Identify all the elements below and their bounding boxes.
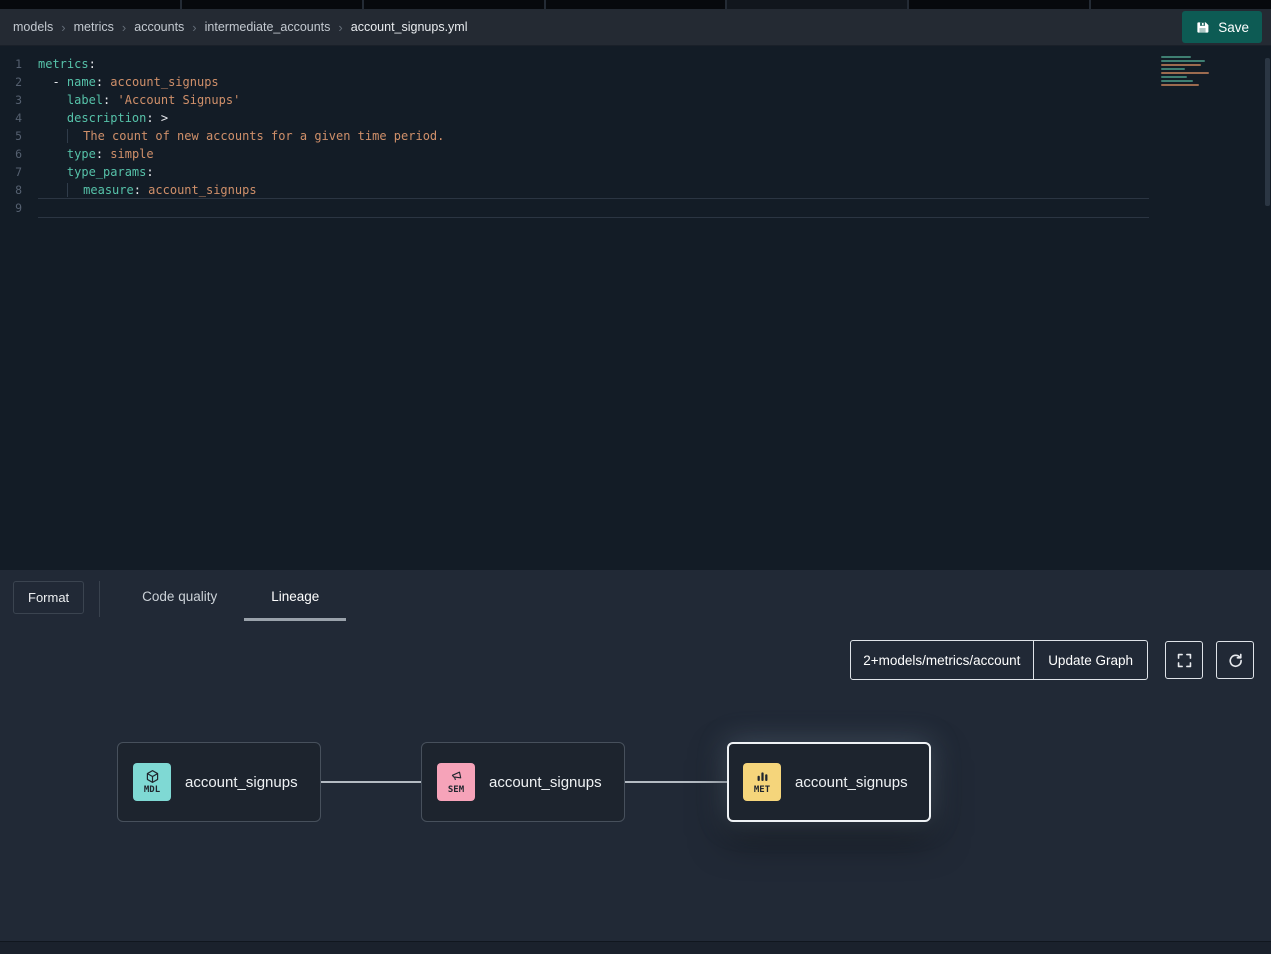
fullscreen-icon [1176, 652, 1193, 669]
lineage-node-model[interactable]: MDL account_signups [117, 742, 321, 822]
editor-tab[interactable] [0, 0, 180, 9]
editor-tab[interactable] [909, 0, 1089, 9]
minimap-line [1161, 60, 1205, 62]
model-badge-label: MDL [144, 785, 160, 795]
save-icon [1195, 20, 1210, 35]
editor-tab[interactable] [182, 0, 362, 9]
chevron-right-icon: › [61, 20, 65, 35]
line-number: 9 [0, 199, 38, 217]
minimap-line [1161, 72, 1209, 74]
lineage-controls: Update Graph [0, 626, 1271, 681]
node-label: account_signups [795, 774, 908, 791]
line-number: 5 [0, 127, 38, 145]
chevron-right-icon: › [338, 20, 342, 35]
minimap-line [1161, 80, 1193, 82]
minimap-line [1161, 56, 1191, 58]
code-line[interactable]: 4 description: > [0, 109, 1271, 127]
breadcrumb-item-metrics[interactable]: metrics [74, 20, 114, 34]
line-number: 7 [0, 163, 38, 181]
editor-tab[interactable] [727, 0, 907, 9]
format-button[interactable]: Format [13, 581, 84, 614]
tab-lineage[interactable]: Lineage [244, 581, 346, 621]
editor-tab[interactable] [546, 0, 726, 9]
minimap-line [1161, 84, 1199, 86]
code-line[interactable]: 6 type: simple [0, 145, 1271, 163]
ide-window: models › metrics › accounts › intermedia… [0, 0, 1271, 954]
semantic-model-badge-label: SEM [448, 785, 464, 795]
line-number: 2 [0, 73, 38, 91]
minimap-line [1161, 68, 1185, 70]
code-line[interactable]: 5 The count of new accounts for a given … [0, 127, 1271, 145]
lineage-edge [321, 781, 421, 783]
code-line[interactable]: 1metrics: [0, 55, 1271, 73]
breadcrumb-item-accounts[interactable]: accounts [134, 20, 184, 34]
editor-tab-strip [0, 0, 1271, 9]
update-graph-button[interactable]: Update Graph [1033, 641, 1147, 679]
model-badge: MDL [133, 763, 171, 801]
breadcrumb-item-intermediate-accounts[interactable]: intermediate_accounts [205, 20, 331, 34]
breadcrumb: models › metrics › accounts › intermedia… [13, 20, 468, 35]
lineage-node-semantic-model[interactable]: SEM account_signups [421, 742, 625, 822]
line-number: 1 [0, 55, 38, 73]
minimap-line [1161, 76, 1187, 78]
lineage-graph[interactable]: MDL account_signups SEM account_signups [0, 681, 1271, 941]
lineage-edge [625, 781, 727, 783]
bar-chart-icon [755, 769, 770, 784]
minimap-line [1161, 64, 1201, 66]
cube-icon [145, 769, 160, 784]
metric-badge: MET [743, 763, 781, 801]
header-divider [99, 581, 100, 617]
node-label: account_signups [489, 774, 602, 791]
breadcrumb-bar: models › metrics › accounts › intermedia… [0, 9, 1271, 46]
code-line[interactable]: 9 [0, 199, 1271, 217]
save-button-label: Save [1218, 20, 1249, 35]
tab-code-quality[interactable]: Code quality [115, 581, 244, 621]
editor-scrollbar[interactable] [1262, 46, 1271, 570]
code-line[interactable]: 8 measure: account_signups [0, 181, 1271, 199]
refresh-button[interactable] [1216, 641, 1254, 679]
minimap[interactable] [1161, 54, 1213, 88]
metric-badge-label: MET [754, 785, 770, 795]
panel-footer [0, 941, 1271, 954]
code-editor[interactable]: 1metrics:2 - name: account_signups3 labe… [0, 46, 1271, 570]
line-number: 4 [0, 109, 38, 127]
lineage-filter-group: Update Graph [850, 640, 1148, 680]
panel-header: Format Code quality Lineage [0, 570, 1271, 626]
line-number: 8 [0, 181, 38, 199]
line-number: 6 [0, 145, 38, 163]
chevron-right-icon: › [192, 20, 196, 35]
bottom-panel: Format Code quality Lineage Update Graph [0, 570, 1271, 954]
line-number: 3 [0, 91, 38, 109]
code-line[interactable]: 2 - name: account_signups [0, 73, 1271, 91]
fullscreen-button[interactable] [1165, 641, 1203, 679]
editor-tab[interactable] [1091, 0, 1271, 9]
breadcrumb-item-models[interactable]: models [13, 20, 53, 34]
megaphone-icon [449, 769, 464, 784]
semantic-model-badge: SEM [437, 763, 475, 801]
code-line[interactable]: 3 label: 'Account Signups' [0, 91, 1271, 109]
lineage-filter-input[interactable] [851, 641, 1033, 679]
chevron-right-icon: › [122, 20, 126, 35]
code-line[interactable]: 7 type_params: [0, 163, 1271, 181]
save-button[interactable]: Save [1182, 11, 1262, 43]
node-label: account_signups [185, 774, 298, 791]
editor-tab[interactable] [364, 0, 544, 9]
refresh-icon [1227, 652, 1244, 669]
scrollbar-handle[interactable] [1265, 58, 1270, 206]
lineage-node-metric[interactable]: MET account_signups [727, 742, 931, 822]
breadcrumb-item-file[interactable]: account_signups.yml [351, 20, 468, 34]
code-lines: 1metrics:2 - name: account_signups3 labe… [0, 55, 1271, 217]
